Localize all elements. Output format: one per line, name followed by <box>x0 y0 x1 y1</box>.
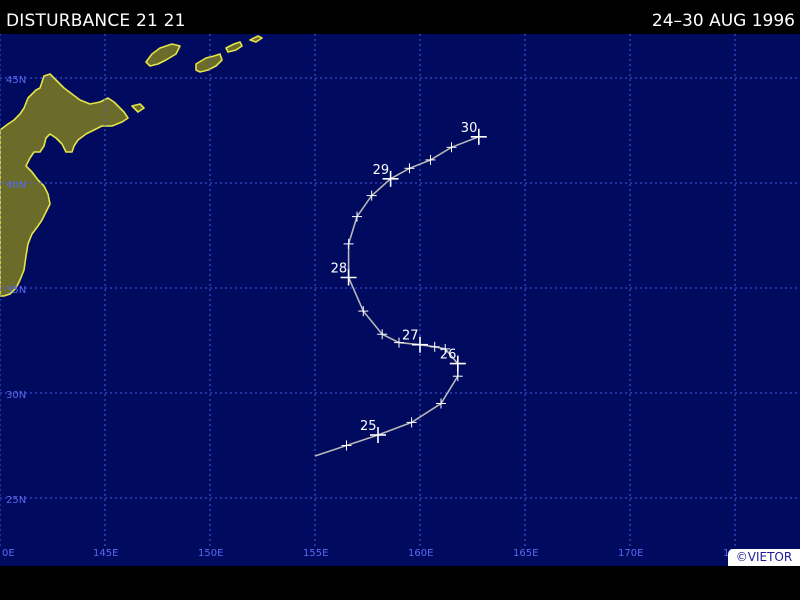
lon-label: 150E <box>198 548 223 559</box>
day-label: 30 <box>461 121 478 136</box>
lat-label: 25N <box>6 495 26 506</box>
lat-label: 45N <box>6 75 26 86</box>
day-label: 27 <box>402 329 419 344</box>
day-label: 28 <box>331 262 348 277</box>
day-label: 25 <box>360 419 377 434</box>
header-bar: DISTURBANCE 21 21 24–30 AUG 1996 <box>0 0 800 34</box>
track-map[interactable]: 45N 40N 35N 30N 25N 0E 145E 150E 155E 160E 165E 170… <box>0 34 800 566</box>
lat-label: 40N <box>6 180 26 191</box>
lon-label: 145E <box>93 548 118 559</box>
lon-label: 0E <box>2 548 15 559</box>
footer-bar <box>0 566 800 600</box>
lat-label: 35N <box>6 285 26 296</box>
date-range: 24–30 AUG 1996 <box>651 11 795 31</box>
day-label: 29 <box>373 163 390 178</box>
lon-label: 165E <box>513 548 538 559</box>
lon-label: 160E <box>408 548 433 559</box>
lat-label: 30N <box>6 390 26 401</box>
lon-label: 170E <box>618 548 643 559</box>
lon-label: 155E <box>303 548 328 559</box>
day-label: 26 <box>440 348 457 363</box>
storm-title: DISTURBANCE 21 21 <box>6 11 186 31</box>
credit-badge: ©VIETOR <box>728 549 800 566</box>
